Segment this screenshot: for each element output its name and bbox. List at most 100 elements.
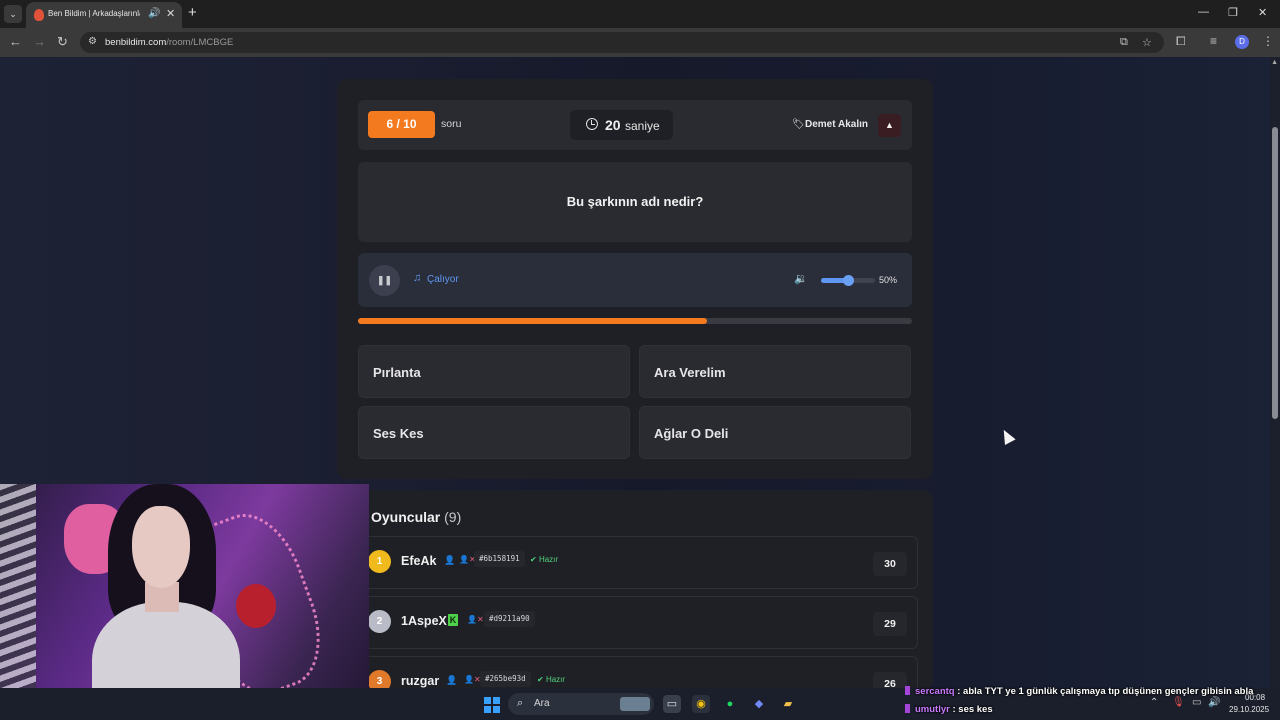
question-box: Bu şarkının adı nedir?	[358, 162, 912, 242]
player-score: 30	[873, 552, 907, 576]
spotify-icon[interactable]: ●	[721, 695, 739, 713]
kick-chat-badge-icon	[905, 686, 910, 695]
window-close-icon[interactable]: ✕	[1258, 6, 1267, 19]
player-row: 3 ruzgar 👤 👤✕ #265be93d ✔ Hazır 26	[357, 656, 918, 688]
player-row: 2 1AspeX K 👤✕ #d9211a90 29	[357, 596, 918, 649]
answer-label: Pırlanta	[373, 365, 421, 380]
chat-text: : ses kes	[952, 704, 993, 715]
ready-status: ✔ Hazır	[537, 675, 566, 684]
browser-toolbar: ← → ↻ ⚙ benbildim.com/room/LMCBGE ⧉ ☆ ⧠ …	[0, 28, 1280, 57]
player-score: 26	[873, 672, 907, 688]
volume-icon[interactable]: 🔉	[794, 272, 808, 285]
forward-icon[interactable]: →	[33, 34, 46, 49]
rank-badge: 2	[368, 610, 391, 633]
audio-player: ❚❚ ♫ Çalıyor 🔉 50%	[358, 253, 912, 307]
restore-icon[interactable]: ❐	[1228, 6, 1238, 19]
webcam-overlay	[0, 484, 369, 720]
artist-name: Demet Akalın	[805, 119, 868, 130]
minimize-icon[interactable]: —	[1198, 6, 1209, 18]
scrollbar-thumb[interactable]	[1272, 127, 1278, 419]
song-progress-fill	[358, 318, 708, 324]
player-id: #d9211a90	[484, 611, 535, 627]
player-name: ruzgar	[401, 674, 440, 688]
tab-title: Ben Bildim | Arkadaşlarınla	[48, 9, 140, 18]
answer-option-3[interactable]: Ses Kes	[358, 406, 630, 459]
kick-streamer-icon: K	[448, 614, 458, 626]
tab-close-icon[interactable]: ✕	[166, 7, 175, 20]
user-icon: 👤	[446, 675, 458, 685]
song-progress-bar	[358, 318, 912, 324]
tab-search-menu-icon[interactable]: ⌄	[4, 5, 22, 23]
bookmark-star-icon[interactable]: ☆	[1142, 36, 1152, 49]
players-count: (9)	[444, 509, 462, 525]
site-favicon-icon	[34, 9, 44, 21]
task-view-icon[interactable]: ▭	[663, 695, 681, 713]
media-control-icon[interactable]: ≡	[1210, 34, 1217, 48]
rank-badge: 3	[368, 670, 391, 688]
playing-status: Çalıyor	[427, 274, 459, 285]
player-id: #6b158191	[474, 551, 525, 567]
player-score: 29	[873, 612, 907, 636]
chat-text: : abla TYT ye 1 günlük çalışmaya tıp düş…	[957, 686, 1254, 697]
game-card: 6 / 10 soru 20 saniye 🏷 Demet Akalın ▲ B…	[337, 79, 933, 479]
player-id: #265be93d	[480, 671, 531, 687]
report-button[interactable]: ▲	[878, 114, 901, 137]
reload-icon[interactable]: ↻	[57, 34, 68, 50]
rank-badge: 1	[368, 550, 391, 573]
answer-option-1[interactable]: Pırlanta	[358, 345, 630, 398]
chat-message: sercantq : abla TYT ye 1 günlük çalışmay…	[905, 686, 1265, 697]
webcam-curtain	[0, 484, 36, 720]
players-title: Oyuncular (9)	[371, 509, 462, 525]
answer-label: Ağlar O Deli	[654, 426, 729, 441]
music-note-icon: ♫	[413, 272, 422, 284]
site-settings-icon[interactable]: ⚙	[88, 36, 97, 47]
ready-status: ✔ Hazır	[530, 555, 559, 564]
timer-unit: saniye	[625, 119, 660, 133]
kick-user-icon[interactable]: 👤✕	[467, 615, 484, 624]
user-icon: 👤	[444, 555, 456, 565]
address-bar[interactable]: ⚙ benbildim.com/room/LMCBGE ⧉ ☆	[80, 32, 1164, 53]
new-tab-icon[interactable]: +	[188, 4, 197, 21]
discord-icon[interactable]: ◆	[750, 695, 768, 713]
taskbar-search[interactable]: ⌕ Ara	[508, 693, 654, 715]
browser-tab[interactable]: Ben Bildim | Arkadaşlarınla 🔊 ✕	[26, 2, 182, 28]
timer: 20 saniye	[570, 110, 673, 140]
browser-menu-icon[interactable]: ⋮	[1262, 34, 1274, 48]
extensions-icon[interactable]: ⧠	[1176, 34, 1186, 49]
answer-label: Ara Verelim	[654, 365, 726, 380]
players-panel: Oyuncular (9) 1 EfeAk 👤 👤✕ #6b158191 ✔ H…	[337, 490, 933, 688]
taskbar-search-label: Ara	[534, 698, 550, 709]
webcam-streamer-face	[132, 506, 190, 588]
back-icon[interactable]: ←	[9, 34, 22, 49]
profile-avatar[interactable]: D	[1235, 35, 1249, 49]
tab-audio-icon[interactable]: 🔊	[148, 8, 160, 19]
search-icon: ⌕	[517, 697, 524, 709]
webcam-flower	[236, 584, 276, 628]
chat-message: umutlyr : ses kes	[905, 704, 1265, 715]
answer-label: Ses Kes	[373, 426, 424, 441]
windows-start-icon[interactable]	[484, 697, 500, 713]
question-counter: 6 / 10	[368, 111, 435, 138]
kick-user-icon[interactable]: 👤✕	[464, 675, 481, 684]
answer-option-4[interactable]: Ağlar O Deli	[639, 406, 911, 459]
install-app-icon[interactable]: ⧉	[1120, 36, 1128, 49]
question-label: soru	[441, 118, 462, 130]
pause-button[interactable]: ❚❚	[369, 265, 400, 296]
pause-icon: ❚❚	[376, 275, 393, 285]
warning-icon: ▲	[885, 120, 894, 130]
answer-option-2[interactable]: Ara Verelim	[639, 345, 911, 398]
clock-icon	[586, 118, 598, 130]
page-scrollbar[interactable]: ▲	[1270, 57, 1280, 688]
browser-tab-bar: ⌄ Ben Bildim | Arkadaşlarınla 🔊 ✕ + — ❐ …	[0, 0, 1280, 28]
timer-value: 20	[605, 117, 621, 133]
scroll-up-icon[interactable]: ▲	[1271, 59, 1278, 66]
file-explorer-icon[interactable]: ▰	[779, 695, 797, 713]
chrome-icon[interactable]: ◉	[692, 695, 710, 713]
player-name: EfeAk	[401, 554, 437, 568]
player-row: 1 EfeAk 👤 👤✕ #6b158191 ✔ Hazır 30	[357, 536, 918, 589]
volume-percent: 50%	[879, 275, 898, 285]
question-text: Bu şarkının adı nedir?	[566, 194, 704, 209]
volume-knob[interactable]	[843, 275, 854, 286]
player-name: 1AspeX	[401, 614, 447, 628]
mouse-cursor-icon	[998, 427, 1016, 445]
